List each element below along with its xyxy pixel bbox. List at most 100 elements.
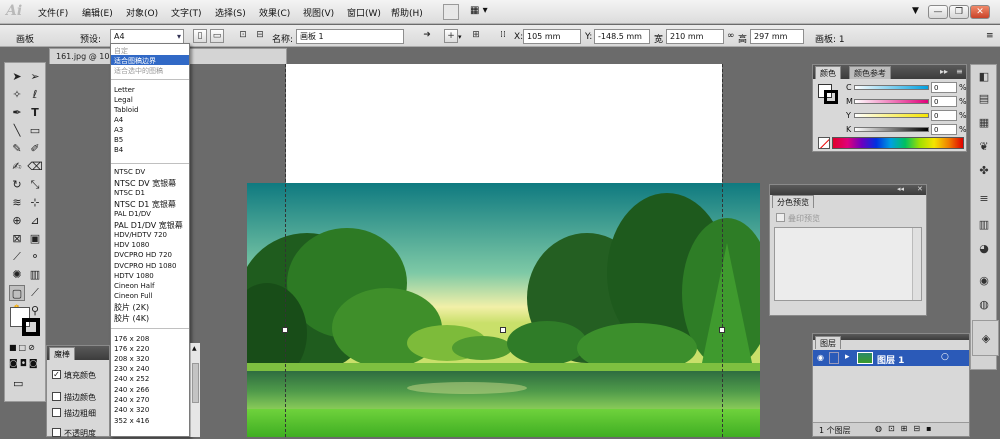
overprint-checkbox[interactable]	[776, 213, 785, 222]
portrait-icon[interactable]: ▯	[193, 29, 207, 43]
dropdown-item[interactable]: 240 x 252	[114, 375, 149, 383]
perspective-grid-tool-icon[interactable]: ⊿	[27, 213, 43, 229]
arrange-documents-icon[interactable]: ▦ ▾	[470, 5, 490, 19]
minimize-button[interactable]: —	[928, 5, 948, 19]
artboard-name-field[interactable]: 画板 1	[296, 29, 404, 44]
dropdown-item[interactable]: Cineon Half	[114, 282, 154, 290]
layers-tab[interactable]: 图层	[815, 336, 841, 349]
menu-view[interactable]: 视图(V)	[303, 6, 334, 19]
new-artboard-icon[interactable]: ⊡	[236, 29, 250, 43]
layer-action-icons[interactable]: ◍⊡⊞⊟▪	[875, 424, 938, 433]
gradient-tool-icon[interactable]: ▣	[27, 231, 43, 247]
menu-help[interactable]: 帮助(H)	[391, 6, 423, 19]
dropdown-item-selected[interactable]: 适合图稿边界	[114, 56, 156, 66]
dropdown-item[interactable]: HDTV 1080	[114, 272, 154, 280]
color-panel-icon[interactable]: ◧	[974, 67, 994, 87]
stroke-icon[interactable]: ≡	[974, 189, 994, 209]
separations-tab[interactable]: 分色预览	[772, 195, 814, 208]
dropdown-item[interactable]: Tabloid	[114, 106, 138, 114]
drawing-mode-icons[interactable]: ◙◘◙	[9, 359, 43, 371]
appearance-icon[interactable]: ◉	[974, 271, 994, 291]
menu-object[interactable]: 对象(O)	[126, 6, 158, 19]
move-copy-artwork-icon[interactable]: ➜	[418, 29, 436, 43]
preset-select[interactable]: A4 ▾	[110, 29, 184, 44]
direct-selection-tool-icon[interactable]: ➢	[27, 69, 43, 85]
dropdown-item[interactable]: HDV/HDTV 720	[114, 231, 167, 239]
layers-icon[interactable]: ◈	[976, 329, 996, 349]
bridge-icon[interactable]	[443, 4, 459, 20]
layer-name[interactable]: 图层 1	[877, 353, 904, 366]
landscape-photo[interactable]	[247, 183, 760, 437]
menu-effect[interactable]: 效果(C)	[259, 6, 290, 19]
blob-brush-tool-icon[interactable]: ✍	[9, 159, 25, 175]
magic-wand-tool-icon[interactable]: ✧	[9, 87, 25, 103]
eyedropper-tool-icon[interactable]: ⟋	[9, 249, 25, 265]
dropdown-item[interactable]: 240 x 320	[114, 406, 149, 414]
panel-menu-icon[interactable]: ≡	[956, 67, 963, 76]
artboard-options-icon[interactable]: ⊞	[469, 29, 483, 43]
dropdown-item[interactable]: PAL D1/DV	[114, 210, 151, 218]
paintbrush-tool-icon[interactable]: ✎	[9, 141, 25, 157]
column-graph-tool-icon[interactable]: ▥	[27, 267, 43, 283]
dropdown-item[interactable]: DVCPRO HD 1080	[114, 262, 176, 270]
dropdown-item[interactable]: B4	[114, 146, 123, 154]
eraser-tool-icon[interactable]: ⌫	[27, 159, 43, 175]
lasso-tool-icon[interactable]: ℓ	[27, 87, 43, 103]
swatches-icon[interactable]: ▦	[974, 113, 994, 133]
dropdown-item[interactable]: 352 x 416	[114, 417, 149, 425]
dropdown-item[interactable]: 176 x 220	[114, 345, 149, 353]
panel-close-icon[interactable]: ✕	[917, 185, 923, 193]
free-transform-tool-icon[interactable]: ⊹	[27, 195, 43, 211]
slice-tool-icon[interactable]: ⟋	[27, 285, 43, 301]
type-tool-icon[interactable]: T	[27, 105, 43, 121]
list-scrollbar[interactable]	[912, 228, 921, 300]
rectangle-tool-icon[interactable]: ▭	[27, 123, 43, 139]
close-button[interactable]: ✕	[970, 5, 990, 19]
workspace-dropdown-icon[interactable]: ▼	[912, 6, 919, 16]
visibility-eye-icon[interactable]: ◉	[817, 353, 824, 362]
opacity-checkbox[interactable]	[52, 428, 61, 437]
symbols-icon[interactable]: ✤	[974, 161, 994, 181]
layer-row[interactable]: ◉ ▸ 图层 1 ○	[813, 350, 969, 366]
expand-arrow-icon[interactable]: ▸	[845, 352, 850, 362]
dropdown-item[interactable]: NTSC DV	[114, 168, 145, 176]
warp-tool-icon[interactable]: ≋	[9, 195, 25, 211]
menu-edit[interactable]: 编辑(E)	[82, 6, 113, 19]
dropdown-item[interactable]: A4	[114, 116, 123, 124]
stroke-weight-checkbox[interactable]	[52, 408, 61, 417]
delete-artboard-icon[interactable]: ⊟	[253, 29, 267, 43]
cyan-field[interactable]: 0	[931, 82, 957, 93]
mesh-tool-icon[interactable]: ⊠	[9, 231, 25, 247]
options-chevron-icon[interactable]: ▾	[458, 33, 462, 41]
panel-collapse-icon[interactable]: ▸▸	[940, 67, 948, 76]
scroll-thumb[interactable]	[192, 363, 199, 403]
shape-builder-tool-icon[interactable]: ⊕	[9, 213, 25, 229]
lock-toggle[interactable]	[829, 352, 839, 364]
dropdown-item[interactable]: Letter	[114, 86, 135, 94]
dropdown-item[interactable]: 176 x 208	[114, 335, 149, 343]
graphic-styles-icon[interactable]: ◍	[974, 295, 994, 315]
symbol-sprayer-tool-icon[interactable]: ✺	[9, 267, 25, 283]
artboard-tool-icon[interactable]: ▢	[9, 285, 25, 301]
dropdown-item[interactable]: NTSC D1	[114, 189, 145, 197]
landscape-icon[interactable]: ▭	[210, 29, 224, 43]
constrain-link-icon[interactable]: ∞	[727, 31, 735, 41]
yellow-field[interactable]: 0	[931, 110, 957, 121]
fill-color-checkbox[interactable]: ✓	[52, 370, 61, 379]
magenta-slider[interactable]	[854, 99, 929, 104]
y-field[interactable]: -148.5 mm	[594, 29, 650, 44]
dropdown-item[interactable]: NTSC D1 宽银幕	[114, 199, 176, 210]
reference-point-icon[interactable]: ⁞⁞	[496, 29, 510, 43]
stroke-color-checkbox[interactable]	[52, 392, 61, 401]
rotate-tool-icon[interactable]: ↻	[9, 177, 25, 193]
scroll-up-icon[interactable]: ▲	[192, 345, 197, 352]
panel-collapse-icon[interactable]: ◂◂	[897, 185, 904, 193]
color-guide-tab[interactable]: 颜色参考	[849, 66, 891, 79]
dropdown-item[interactable]: 240 x 266	[114, 386, 149, 394]
dropdown-item[interactable]: DVCPRO HD 720	[114, 251, 172, 259]
dropdown-item[interactable]: PAL D1/DV 宽银幕	[114, 220, 183, 231]
yellow-slider[interactable]	[854, 113, 929, 118]
artboard-handle-left[interactable]	[282, 327, 288, 333]
dropdown-item[interactable]: B5	[114, 136, 123, 144]
panel-menu-icon[interactable]: ≡	[986, 31, 994, 41]
